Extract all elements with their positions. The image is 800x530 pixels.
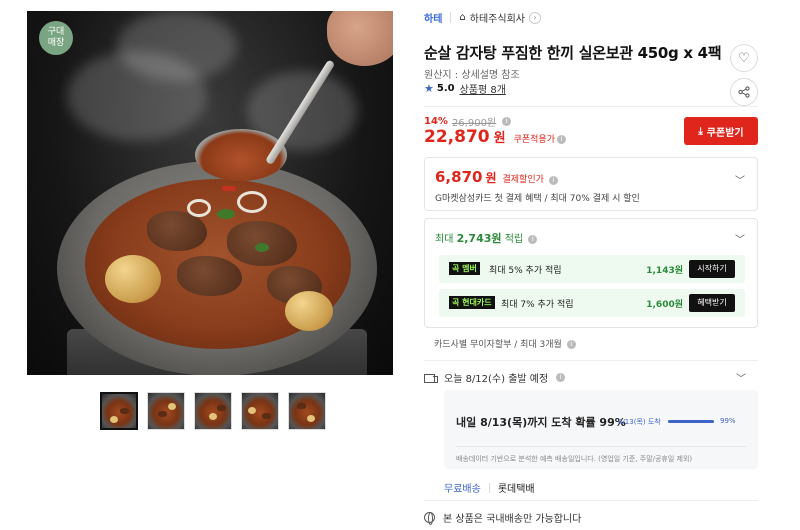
chevron-right-icon: › bbox=[528, 11, 541, 24]
card-discount-desc: G마켓삼성카드 첫 결제 혜택 / 최대 70% 결제 시 할인 bbox=[435, 194, 640, 204]
divider bbox=[456, 446, 746, 447]
reviews-link[interactable]: 상품평 8개 bbox=[460, 81, 506, 96]
truck-icon bbox=[424, 373, 438, 383]
currency: 원 bbox=[493, 131, 506, 146]
product-info-panel: 하테 ⌂ 하테주식회사 › 순살 감자탕 푸짐한 한끼 실온보관 450g x … bbox=[424, 0, 758, 530]
chevron-down-icon[interactable]: ﹀ bbox=[736, 370, 746, 385]
info-icon[interactable]: i bbox=[566, 340, 576, 349]
meat-piece bbox=[177, 256, 242, 296]
share-button[interactable] bbox=[730, 78, 758, 106]
eta-date: 8/13(목) 도착 bbox=[618, 418, 661, 426]
card-discount-value: 6,870 bbox=[435, 168, 483, 186]
onion-ring bbox=[237, 191, 267, 213]
onion-ring bbox=[187, 199, 211, 217]
reward-tag: 곡 멤버 bbox=[449, 262, 480, 275]
thumbnail[interactable] bbox=[241, 392, 279, 430]
chili-slice bbox=[222, 186, 236, 191]
store-badge: 구대 매장 bbox=[39, 21, 73, 55]
home-icon: ⌂ bbox=[459, 12, 466, 23]
installment-info: 카드사별 무이자할부 / 최대 3개월 i bbox=[434, 337, 576, 350]
meat-piece bbox=[147, 211, 207, 251]
reward-start-button[interactable]: 시작하기 bbox=[689, 260, 735, 278]
info-icon[interactable]: i bbox=[502, 117, 512, 126]
price-row: 22,870 원 쿠폰적용가 i bbox=[424, 127, 566, 147]
star-icon: ★ bbox=[424, 82, 434, 95]
rating: ★ 5.0 상품평 8개 bbox=[424, 81, 506, 96]
chevron-down-icon[interactable]: ﹀ bbox=[735, 172, 745, 187]
sale-price: 22,870 bbox=[424, 127, 490, 147]
reward-item: 곡 현대카드 최대 7% 추가 적립 1,600원 혜택받기 bbox=[439, 289, 745, 317]
eta-percent: 99% bbox=[720, 417, 736, 425]
eta-progress-fill bbox=[668, 420, 714, 423]
domestic-text: 본 상품은 국내배송만 가능합니다 bbox=[443, 514, 582, 525]
globe-icon bbox=[424, 512, 435, 525]
product-title: 순살 감자탕 푸짐한 한끼 실온보관 450g x 4팩 bbox=[424, 44, 722, 62]
eta-progress-bar bbox=[668, 420, 714, 423]
reward-amount: 1,600원 bbox=[646, 300, 683, 310]
shipping-links: 무료배송 롯데택배 bbox=[444, 480, 535, 495]
thumbnail[interactable] bbox=[100, 392, 138, 430]
store-name: 하테주식회사 bbox=[469, 14, 525, 25]
dispatch-row: 오늘 8/12(수) 출발 예정 i bbox=[424, 370, 566, 385]
currency: 원 bbox=[485, 171, 497, 185]
reward-item: 곡 멤버 최대 5% 추가 적립 1,143원 시작하기 bbox=[439, 255, 745, 283]
info-icon[interactable]: i bbox=[528, 234, 538, 244]
coupon-button[interactable]: ⤓ 쿠폰받기 bbox=[684, 117, 758, 145]
eta-box: 내일 8/13(목)까지 도착 확률 99% 8/13(목) 도착 99% 배송… bbox=[444, 390, 758, 469]
potato bbox=[105, 255, 161, 303]
rewards-amount: 2,743원 bbox=[456, 232, 502, 245]
divider bbox=[424, 360, 758, 361]
green-onion bbox=[255, 243, 269, 252]
hand bbox=[327, 11, 393, 66]
main-product-image[interactable]: 구대 매장 bbox=[27, 11, 393, 375]
reward-amount: 1,143원 bbox=[646, 266, 683, 276]
coupon-applied-label: 쿠폰적용가 i bbox=[514, 132, 566, 145]
eta-main: 내일 8/13(목)까지 도착 확률 99% bbox=[456, 416, 626, 429]
info-icon[interactable]: i bbox=[548, 176, 558, 185]
eta-note: 배송데이터 기반으로 분석한 예측 배송일입니다. (영업일 기준, 주말/공휴… bbox=[456, 455, 693, 463]
thumbnail[interactable] bbox=[147, 392, 185, 430]
card-discount-box[interactable]: 6,870 원 결제할인가 i G마켓삼성카드 첫 결제 혜택 / 최대 70% … bbox=[424, 157, 758, 211]
download-icon: ⤓ bbox=[698, 125, 703, 137]
dispatch-text: 오늘 8/12(수) 출발 예정 bbox=[444, 374, 549, 385]
card-discount-price: 6,870 원 결제할인가 i bbox=[435, 168, 558, 186]
info-icon[interactable]: i bbox=[556, 135, 566, 144]
potato bbox=[285, 291, 333, 331]
divider bbox=[424, 500, 758, 501]
rewards-box: 최대 2,743원 적립 i ﹀ 곡 멤버 최대 5% 추가 적립 1,143원… bbox=[424, 218, 758, 328]
wishlist-button[interactable]: ♡ bbox=[730, 44, 758, 72]
product-origin: 원산지 : 상세설명 참조 bbox=[424, 70, 520, 81]
reward-benefit-button[interactable]: 혜택받기 bbox=[689, 294, 735, 312]
divider bbox=[488, 482, 490, 493]
reward-text: 최대 7% 추가 적립 bbox=[501, 300, 574, 310]
steam-decoration bbox=[117, 11, 237, 81]
divider bbox=[450, 12, 452, 23]
free-shipping-link[interactable]: 무료배송 bbox=[444, 480, 481, 495]
thumbnail[interactable] bbox=[194, 392, 232, 430]
thumbnail-strip bbox=[100, 392, 326, 430]
store-link[interactable]: ⌂ 하테주식회사 › bbox=[459, 10, 541, 25]
brand-link[interactable]: 하테 bbox=[424, 10, 442, 25]
thumbnail[interactable] bbox=[288, 392, 326, 430]
chevron-down-icon[interactable]: ﹀ bbox=[735, 231, 745, 246]
reward-tag: 곡 현대카드 bbox=[449, 296, 495, 309]
reward-text: 최대 5% 추가 적립 bbox=[489, 266, 562, 276]
carrier-name: 롯데택배 bbox=[497, 484, 535, 495]
heart-icon: ♡ bbox=[738, 50, 750, 66]
discount-rate: 14% bbox=[424, 116, 448, 127]
rewards-head: 최대 2,743원 적립 i bbox=[435, 230, 538, 246]
store-bar: 하테 ⌂ 하테주식회사 › bbox=[424, 10, 541, 25]
share-icon bbox=[738, 86, 750, 98]
rating-score: 5.0 bbox=[436, 83, 455, 94]
domestic-shipping-row: 본 상품은 국내배송만 가능합니다 bbox=[424, 510, 581, 525]
card-discount-label: 결제할인가 bbox=[502, 175, 544, 185]
green-onion bbox=[217, 209, 235, 219]
coupon-button-label: 쿠폰받기 bbox=[706, 127, 744, 139]
info-icon[interactable]: i bbox=[556, 373, 566, 382]
divider bbox=[424, 106, 758, 107]
